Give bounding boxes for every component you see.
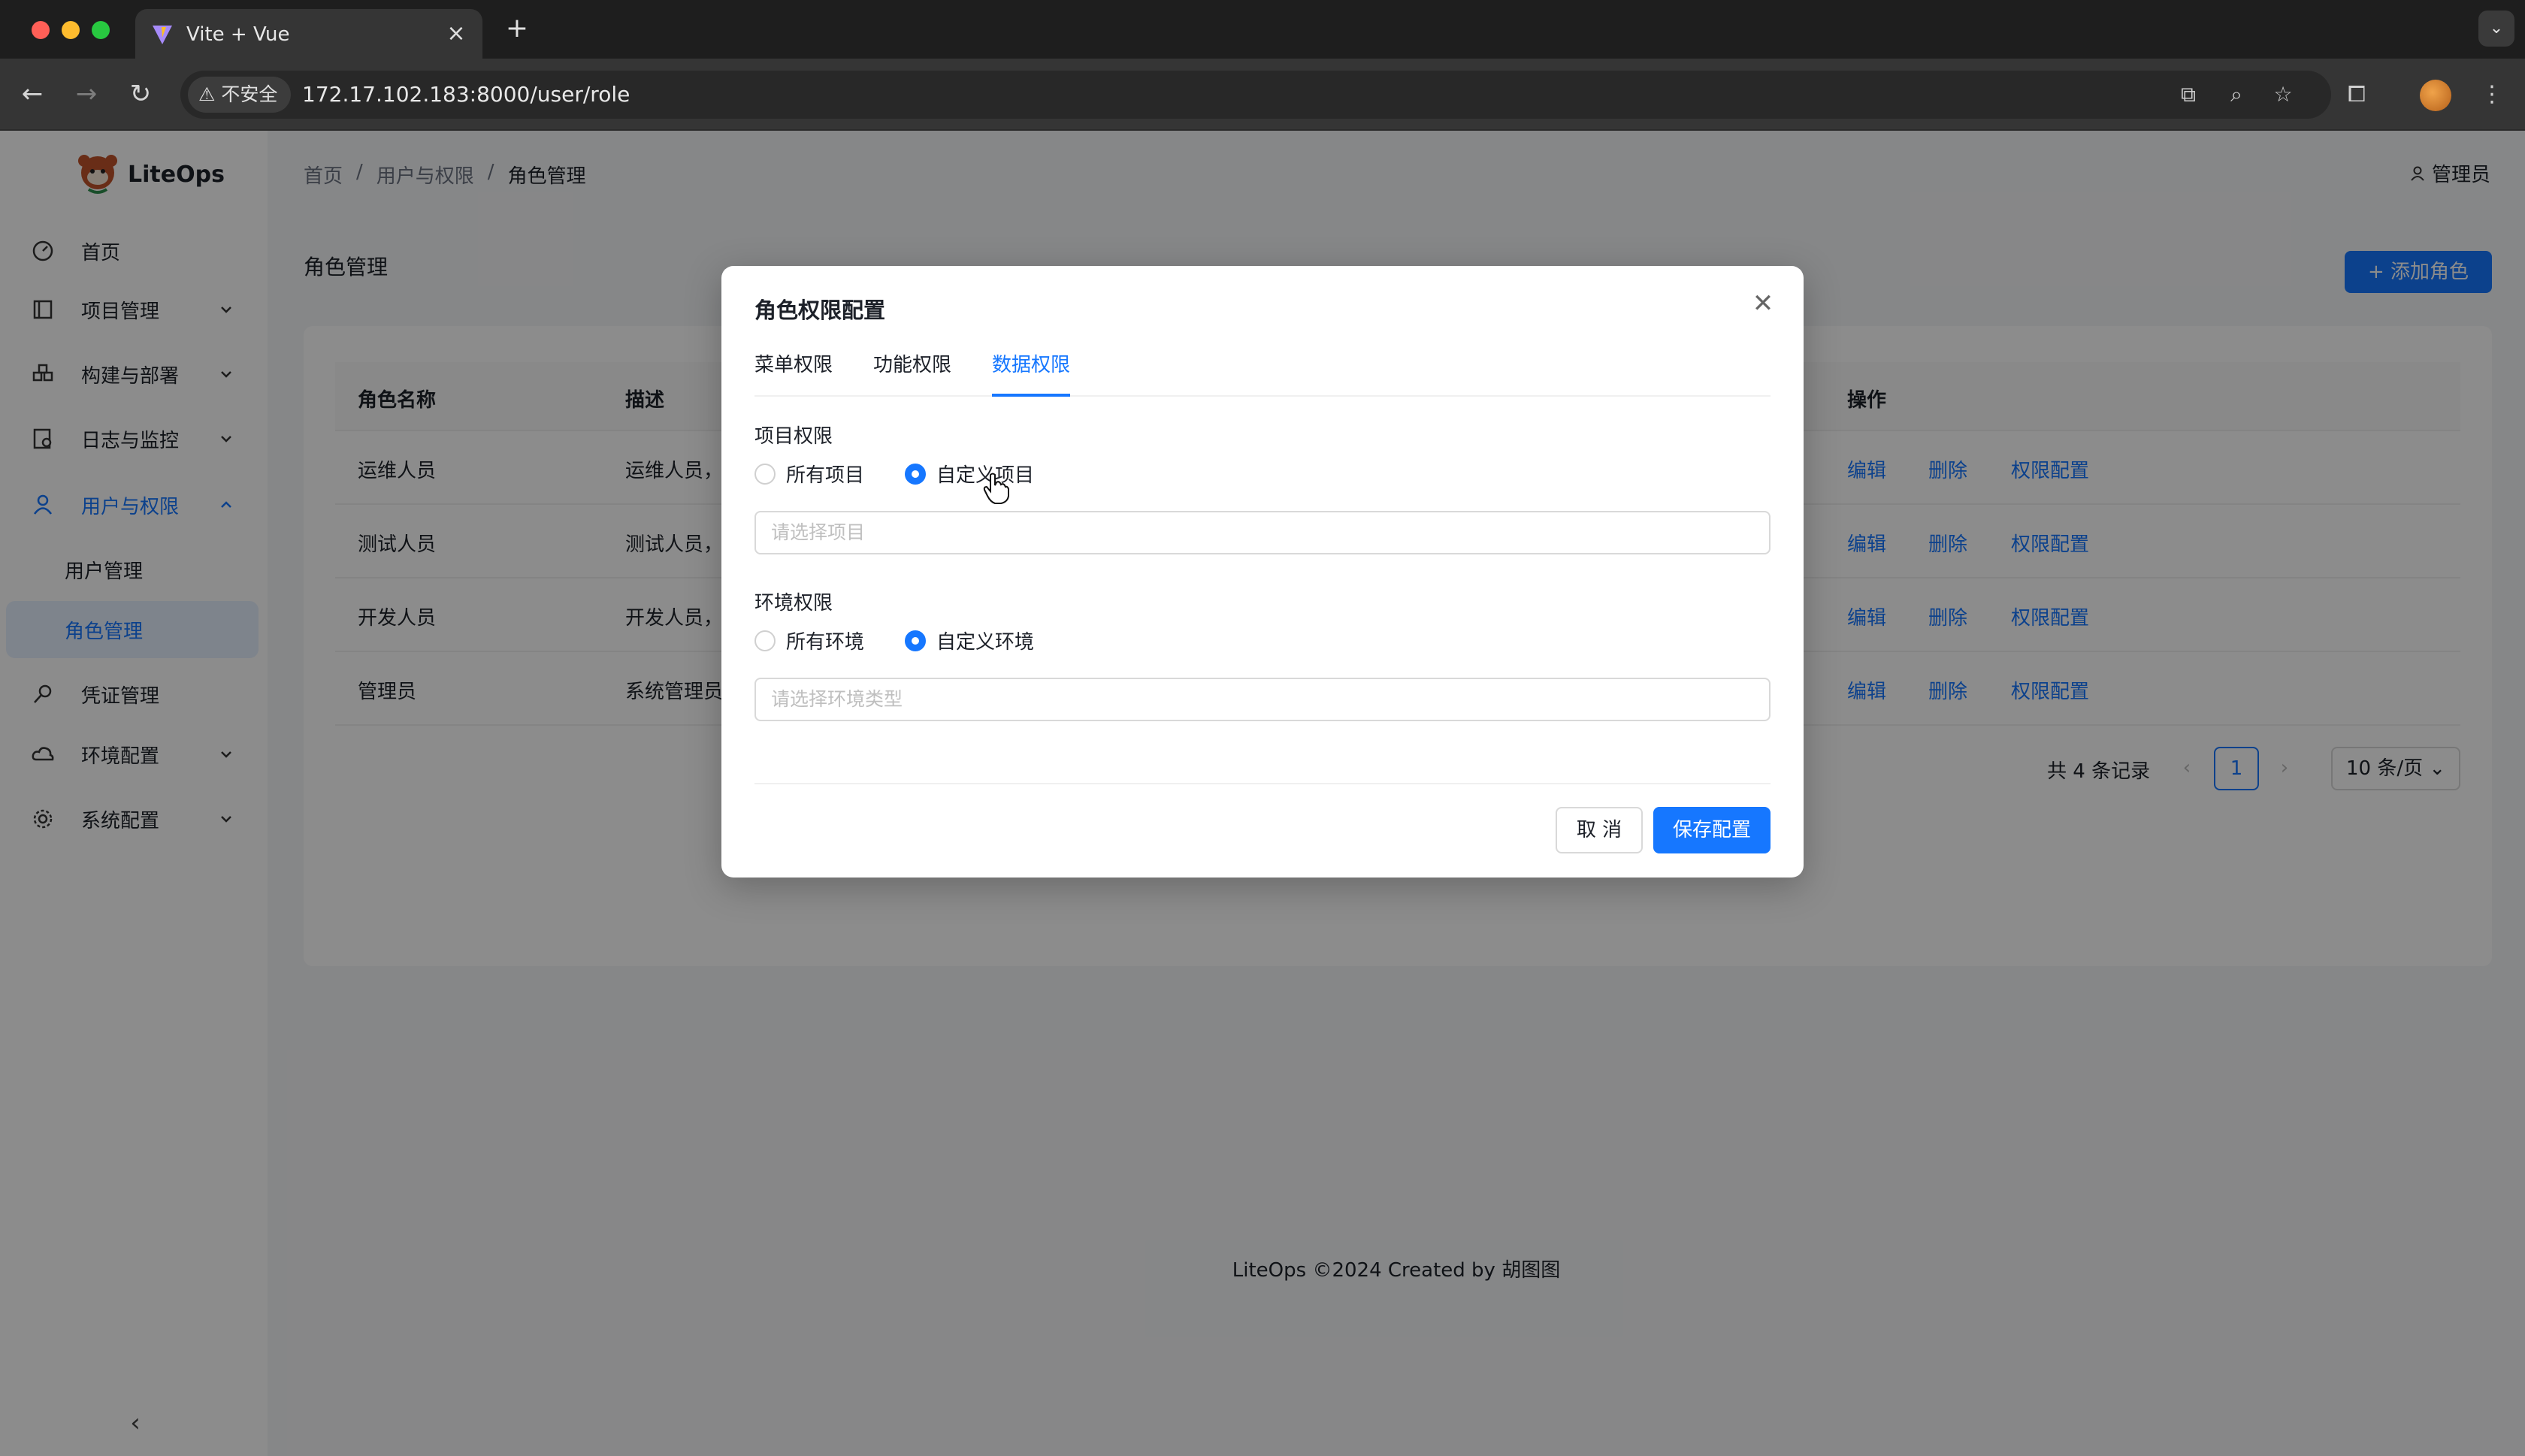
vite-favicon-icon [153, 26, 172, 44]
modal-title: 角色权限配置 [754, 298, 886, 323]
tab-title: Vite + Vue [186, 23, 290, 46]
extensions-icon[interactable]: ⧠ [2339, 77, 2375, 113]
radio-all-projects[interactable]: 所有项目 [754, 460, 864, 488]
translate-icon[interactable]: ⧉ [2173, 80, 2203, 110]
radio-label: 自定义环境 [936, 631, 1035, 654]
window-minimize-button[interactable] [62, 21, 80, 39]
modal-divider [754, 783, 1771, 784]
cancel-button[interactable]: 取 消 [1556, 807, 1643, 853]
tab-close-icon[interactable]: × [442, 20, 470, 48]
profile-avatar[interactable] [2420, 80, 2451, 111]
url-text[interactable]: 172.17.102.183:8000/user/role [302, 81, 630, 108]
radio-label: 所有项目 [786, 464, 865, 487]
role-permission-modal: 角色权限配置 ✕ 菜单权限 功能权限 数据权限 项目权限 所有项目 自定义项目 … [721, 266, 1804, 878]
security-label: 不安全 [221, 83, 278, 105]
tab-data-permissions[interactable]: 数据权限 [992, 349, 1071, 397]
permission-tabs: 菜单权限 功能权限 数据权限 [754, 349, 1771, 397]
save-config-button[interactable]: 保存配置 [1653, 807, 1771, 853]
tab-function-permissions[interactable]: 功能权限 [873, 349, 951, 397]
radio-unchecked-icon [754, 463, 776, 485]
reload-button[interactable]: ↻ [122, 75, 159, 113]
bookmark-star-icon[interactable]: ☆ [2268, 80, 2298, 110]
zoom-icon[interactable]: ⌕ [2221, 80, 2251, 110]
env-type-select[interactable]: 请选择环境类型 [754, 678, 1771, 721]
project-permission-label: 项目权限 [754, 425, 833, 448]
radio-checked-icon [905, 630, 926, 651]
radio-all-envs[interactable]: 所有环境 [754, 627, 864, 654]
radio-label: 所有环境 [786, 631, 865, 654]
project-select[interactable]: 请选择项目 [754, 511, 1771, 554]
browser-tab[interactable]: Vite + Vue × [135, 9, 482, 59]
env-permission-label: 环境权限 [754, 592, 833, 615]
radio-custom-envs[interactable]: 自定义环境 [905, 627, 1034, 654]
security-chip[interactable]: ⚠ 不安全 [188, 77, 292, 113]
browser-toolbar: ← → ↻ ⚠ 不安全 172.17.102.183:8000/user/rol… [0, 59, 2525, 131]
radio-checked-icon [905, 463, 926, 485]
address-bar[interactable]: ⚠ 不安全 172.17.102.183:8000/user/role ⧉ ⌕ … [180, 71, 2331, 119]
warning-icon: ⚠ [198, 83, 216, 105]
new-tab-button[interactable]: + [502, 14, 532, 44]
radio-unchecked-icon [754, 630, 776, 651]
close-icon[interactable]: ✕ [1748, 288, 1778, 319]
browser-menu-icon[interactable]: ⋮ [2474, 77, 2510, 113]
forward-button[interactable]: → [68, 75, 105, 113]
browser-titlebar: Vite + Vue × + ⌄ [0, 0, 2525, 59]
radio-custom-projects[interactable]: 自定义项目 [905, 460, 1034, 488]
window-close-button[interactable] [32, 21, 50, 39]
back-button[interactable]: ← [14, 75, 51, 113]
window-zoom-button[interactable] [92, 21, 110, 39]
tab-search-button[interactable]: ⌄ [2478, 11, 2514, 47]
hand-cursor-icon [983, 473, 1009, 504]
tab-menu-permissions[interactable]: 菜单权限 [754, 349, 833, 397]
